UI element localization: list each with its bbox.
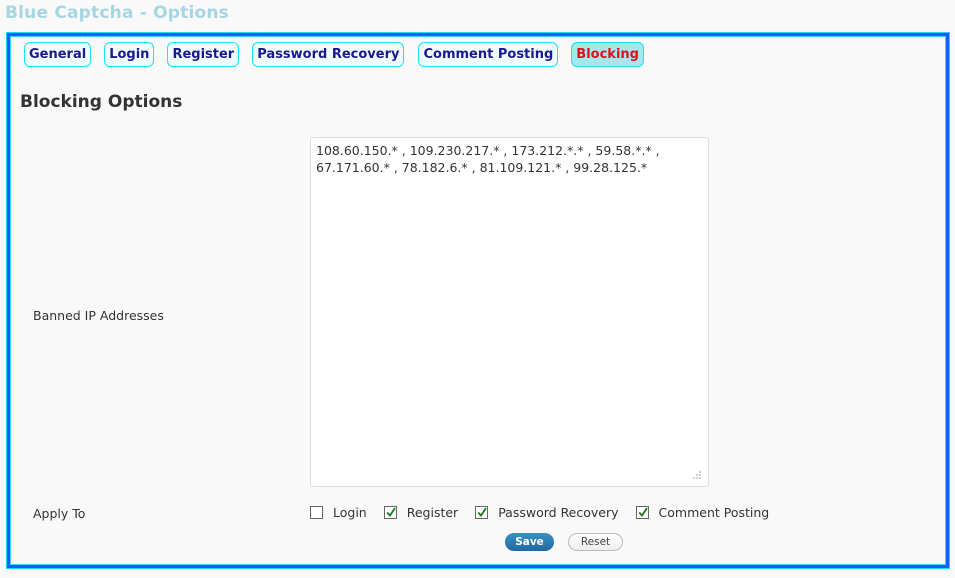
register-checkbox[interactable]: [383, 506, 397, 519]
apply-comment-posting-option[interactable]: Comment Posting: [635, 505, 770, 520]
options-panel: General Login Register Password Recovery…: [7, 33, 949, 568]
tab-blocking[interactable]: Blocking: [571, 42, 644, 67]
apply-register-option[interactable]: Register: [383, 505, 459, 520]
checkmark-icon: [386, 507, 396, 517]
tab-login[interactable]: Login: [104, 42, 155, 67]
register-option-label: Register: [406, 505, 459, 520]
tab-general[interactable]: General: [24, 42, 92, 67]
section-heading: Blocking Options: [20, 92, 183, 112]
login-checkbox[interactable]: [310, 506, 323, 519]
banned-ip-textarea[interactable]: 108.60.150.* , 109.230.217.* , 173.212.*…: [310, 137, 709, 487]
apply-password-recovery-option[interactable]: Password Recovery: [475, 505, 619, 520]
tab-bar: General Login Register Password Recovery…: [24, 42, 644, 67]
login-option-label: Login: [333, 505, 367, 520]
tab-register[interactable]: Register: [167, 42, 240, 67]
apply-to-options: Login Register Password Recovery Comment…: [310, 505, 769, 520]
password-recovery-checkbox[interactable]: [475, 506, 489, 519]
banned-ip-label: Banned IP Addresses: [33, 308, 164, 323]
reset-button[interactable]: Reset: [568, 533, 623, 551]
tab-password-recovery[interactable]: Password Recovery: [252, 42, 405, 67]
apply-login-option[interactable]: Login: [310, 505, 367, 520]
tab-comment-posting[interactable]: Comment Posting: [418, 42, 559, 67]
page-title: Blue Captcha - Options: [5, 3, 229, 23]
comment-posting-checkbox[interactable]: [635, 506, 649, 519]
save-button[interactable]: Save: [505, 533, 554, 551]
password-recovery-option-label: Password Recovery: [498, 505, 619, 520]
apply-to-label: Apply To: [33, 506, 86, 521]
comment-posting-option-label: Comment Posting: [658, 505, 770, 520]
checkmark-icon: [638, 507, 648, 517]
checkmark-icon: [477, 507, 487, 517]
